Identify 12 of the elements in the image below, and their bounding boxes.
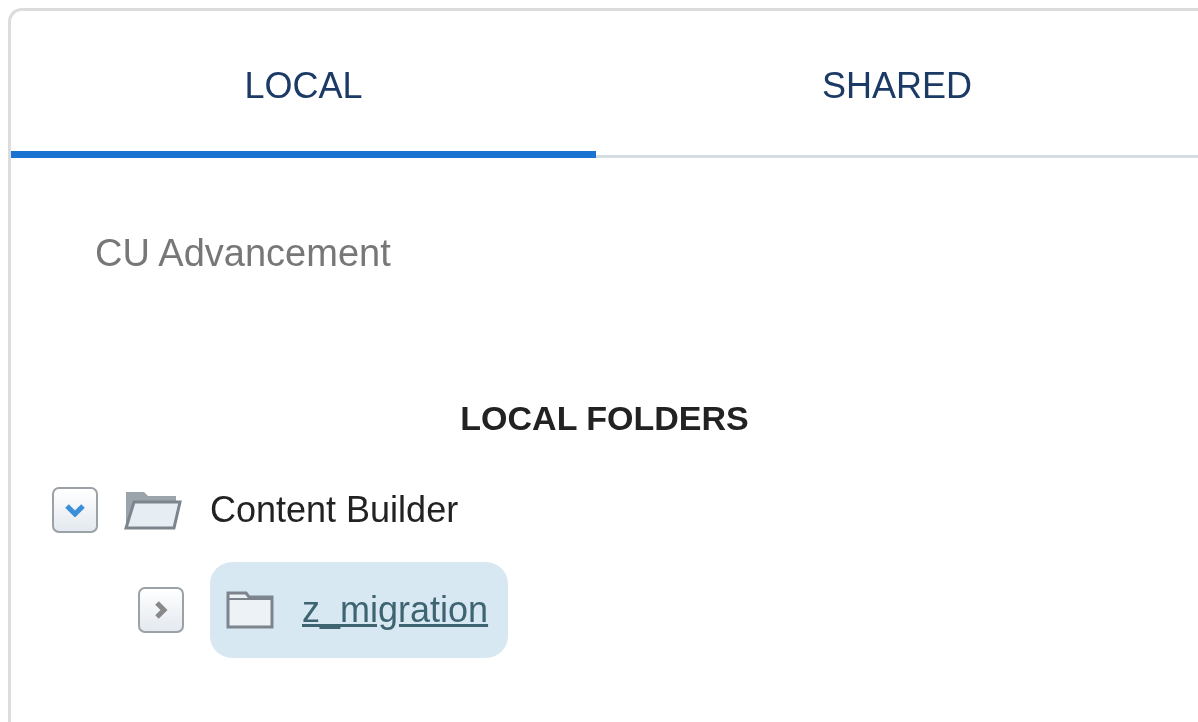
account-name: CU Advancement	[95, 231, 392, 276]
open-folder-icon	[124, 490, 182, 530]
tree-item[interactable]: Content Builder	[110, 462, 479, 558]
tree-item[interactable]: z_migration	[210, 562, 509, 658]
expand-toggle[interactable]	[138, 587, 184, 633]
chevron-down-icon	[64, 503, 86, 517]
collapse-toggle[interactable]	[52, 487, 98, 533]
section-heading: LOCAL FOLDERS	[459, 398, 750, 439]
chevron-right-icon	[154, 600, 168, 620]
tab[interactable]: LOCAL	[11, 11, 596, 158]
folder-icon	[226, 591, 274, 629]
tab[interactable]: SHARED	[596, 11, 1198, 158]
